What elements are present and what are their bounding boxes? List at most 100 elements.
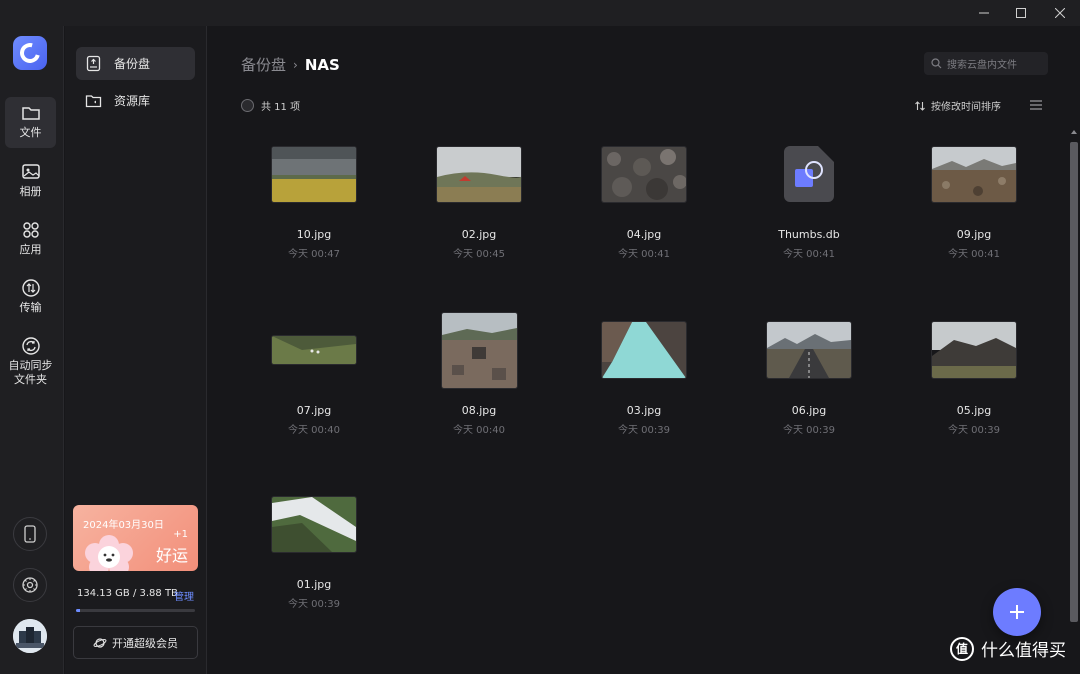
breadcrumb-root[interactable]: 备份盘 [241,54,286,75]
rail-item-apps[interactable]: 应用 [5,214,56,264]
file-date: 今天 00:40 [288,425,340,436]
file-item[interactable]: 03.jpg 今天 00:39 [574,310,714,436]
flower-mascot-icon [85,535,133,571]
photo-thumbnail-01 [272,496,356,552]
file-item[interactable]: 07.jpg 今天 00:40 [244,310,384,436]
file-thumbnail [904,134,1044,214]
file-item[interactable]: 04.jpg 今天 00:41 [574,134,714,260]
storage-usage-text: 134.13 GB / 3.88 TB [77,588,178,599]
secondary-sidebar: 备份盘 资源库 2024年03月30日 +1 好运 134.13 GB / 3.… [65,26,207,674]
vertical-scrollbar[interactable] [1070,126,1078,674]
watermark-logo-icon: 值 [950,636,974,661]
watermark: 值 什么值得买 [950,636,1066,661]
storage-progress-fill [76,609,81,612]
photo-thumbnail-10 [272,146,356,202]
file-thumbnail [904,310,1044,390]
maximize-icon [1016,8,1026,18]
sidebar-item-label: 资源库 [114,94,151,108]
avatar-image [13,619,47,653]
file-name: 04.jpg [626,228,662,241]
breadcrumb: 备份盘 › NAS [241,54,340,75]
settings-button[interactable] [13,568,47,602]
file-thumbnail [244,134,384,214]
file-item[interactable]: 10.jpg 今天 00:47 [244,134,384,260]
file-date: 今天 00:45 [453,249,505,260]
item-count: 共 11 项 [261,102,301,113]
search-icon [931,58,942,69]
rail-item-album[interactable]: 相册 [5,156,56,206]
rail-item-files[interactable]: 文件 [5,97,56,148]
sidebar-item-label: 备份盘 [114,57,151,71]
file-thumbnail [739,310,879,390]
file-date: 今天 00:39 [618,425,670,436]
photo-thumbnail-08 [441,312,517,388]
file-name: 07.jpg [296,404,332,417]
photo-thumbnail-03 [602,322,686,378]
avatar[interactable] [13,619,47,653]
file-item[interactable]: 06.jpg 今天 00:39 [739,310,879,436]
select-all-row: 共 11 项 [241,98,300,113]
file-date: 今天 00:39 [288,599,340,610]
search-input[interactable]: 搜索云盘内文件 [924,52,1048,75]
rail-item-auto-sync[interactable]: 自动同步 文件夹 [5,330,56,392]
file-item[interactable]: 05.jpg 今天 00:39 [904,310,1044,436]
file-item[interactable]: 09.jpg 今天 00:41 [904,134,1044,260]
rail-label-transfer: 传输 [19,301,42,314]
luck-card-word: 好运 [155,546,188,565]
file-item[interactable]: 08.jpg 今天 00:40 [409,310,549,436]
file-name: Thumbs.db [778,228,840,241]
library-icon [85,95,102,108]
list-view-icon[interactable] [1029,99,1043,111]
file-name: 03.jpg [626,404,662,417]
file-date: 今天 00:39 [948,425,1000,436]
scrollbar-thumb[interactable] [1070,142,1078,622]
sidebar-item-backup-drive[interactable]: 备份盘 [76,47,195,80]
luck-card-plus: +1 [173,529,188,540]
file-name: 09.jpg [956,228,992,241]
file-thumbnail [244,484,384,564]
file-item[interactable]: 02.jpg 今天 00:45 [409,134,549,260]
rail-label-album: 相册 [19,185,42,198]
rail-item-transfer[interactable]: 传输 [5,272,56,322]
vip-button-label: 开通超级会员 [112,636,178,650]
breadcrumb-current: NAS [304,55,340,74]
watermark-text: 什么值得买 [981,641,1066,661]
minimize-button[interactable] [964,0,1004,26]
phone-button[interactable] [13,517,47,551]
file-date: 今天 00:39 [783,425,835,436]
file-name: 08.jpg [461,404,497,417]
daily-luck-card[interactable]: 2024年03月30日 +1 好运 [73,505,198,571]
search-placeholder: 搜索云盘内文件 [947,60,1017,71]
sort-button[interactable]: 按修改时间排序 [914,98,1001,113]
rail-label-auto-sync: 自动同步 文件夹 [8,359,53,386]
file-item[interactable]: 01.jpg 今天 00:39 [244,484,384,610]
file-name: 10.jpg [296,228,332,241]
scroll-up-icon[interactable] [1070,128,1078,136]
image-icon [21,164,40,179]
add-upload-button[interactable] [993,588,1041,636]
manage-storage-link[interactable]: 管理 [174,588,194,603]
photo-thumbnail-05 [932,322,1016,378]
photo-thumbnail-07 [272,336,356,364]
close-icon [1055,8,1065,18]
phone-icon [24,525,36,543]
plus-icon [1010,605,1024,619]
close-button[interactable] [1040,0,1080,26]
maximize-button[interactable] [1001,0,1041,26]
breadcrumb-separator: › [293,57,298,72]
open-super-vip-button[interactable]: 开通超级会员 [73,626,198,659]
sidebar-item-library[interactable]: 资源库 [76,84,195,117]
app-logo[interactable] [13,36,47,70]
sort-label: 按修改时间排序 [931,102,1001,113]
photo-thumbnail-04 [602,146,686,202]
file-thumbnail [244,310,384,390]
backup-drive-icon [86,55,101,72]
left-rail: 文件 相册 应用 传输 自动同步 文件夹 [0,26,64,674]
file-thumbnail [409,310,549,390]
select-all-checkbox[interactable] [241,99,254,112]
file-date: 今天 00:41 [618,249,670,260]
settings-icon [22,577,38,593]
file-item[interactable]: Thumbs.db 今天 00:41 [739,134,879,260]
file-date: 今天 00:41 [783,249,835,260]
photo-thumbnail-02 [437,146,521,202]
